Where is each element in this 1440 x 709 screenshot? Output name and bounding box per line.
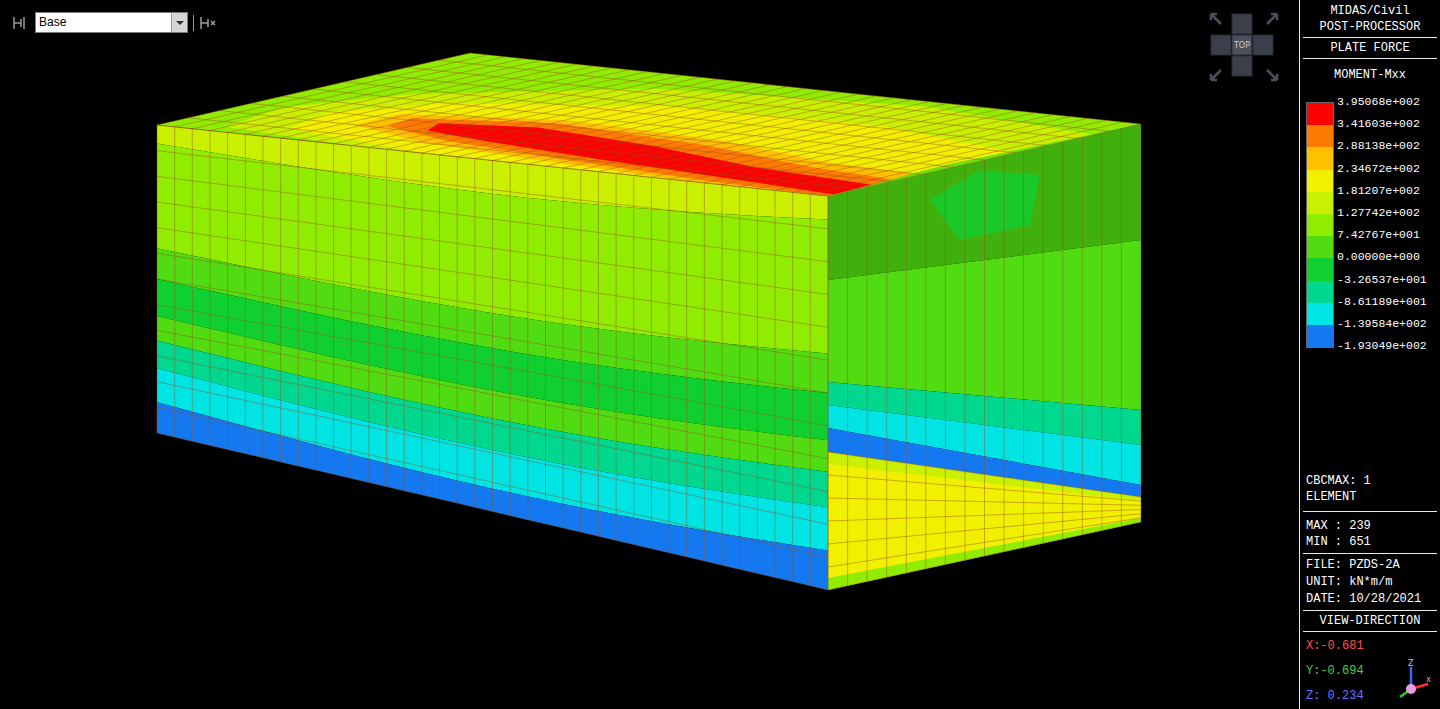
legend-band [1307, 147, 1333, 169]
legend-band [1307, 258, 1333, 280]
divider [1303, 58, 1437, 59]
info-line: CBCMAX: 1 [1300, 473, 1440, 489]
divider [1303, 511, 1437, 512]
legend-value: 0.00000e+000 [1337, 246, 1427, 268]
divider [1303, 553, 1437, 554]
view-cube-label: TOP [1233, 41, 1250, 50]
triad-label: X [1426, 676, 1431, 684]
next-stage-icon[interactable] [199, 15, 217, 31]
axis-value: Y:-0.694 [1306, 664, 1364, 678]
corner-arrow-icon[interactable] [1211, 14, 1221, 24]
spacer [1300, 357, 1440, 473]
axis-value: Z: 0.234 [1306, 689, 1364, 703]
legend-value: 7.42767e+001 [1337, 224, 1427, 246]
toolbar: Base [12, 12, 217, 33]
legend-band [1307, 125, 1333, 147]
file-info-line: DATE: 10/28/2021 [1300, 591, 1440, 608]
legend-value: -1.39584e+002 [1337, 313, 1427, 335]
component-title: MOMENT-Mxx [1300, 67, 1440, 83]
legend-band [1307, 281, 1333, 303]
axis-component: X:-0.681 [1300, 634, 1364, 659]
legend-value: 3.41603e+002 [1337, 113, 1427, 135]
stage-icon[interactable] [12, 15, 30, 31]
view-direction-title: VIEW-DIRECTION [1300, 613, 1440, 629]
divider [1303, 610, 1437, 611]
legend-band [1307, 214, 1333, 236]
dropdown-value: Base [36, 13, 171, 32]
legend-value: -8.61189e+001 [1337, 291, 1427, 313]
file-info-line: FILE: PZDS-2A [1300, 557, 1440, 574]
contour-model[interactable] [0, 0, 1298, 709]
program-title: MIDAS/Civil [1300, 3, 1440, 19]
legend-band [1307, 170, 1333, 192]
view-direction-axes: X:-0.681 Y:-0.694 Z: 0.234 [1300, 634, 1364, 709]
result-panel: MIDAS/CivilPOST-PROCESSOR PLATE FORCE MOME… [1299, 0, 1440, 709]
file-info-line: UNIT: kN*m/m [1300, 574, 1440, 591]
divider [1303, 631, 1437, 632]
info-line: ELEMENT [1300, 489, 1440, 505]
axis-component: Z: 0.234 [1300, 684, 1364, 709]
view-direction: X:-0.681Y:-0.694Z: 0.234ZX [1300, 634, 1440, 709]
result-type: PLATE FORCE [1300, 40, 1440, 56]
legend-bands [1306, 102, 1334, 348]
mesh-grid [157, 53, 1141, 590]
mode-title: POST-PROCESSOR [1300, 19, 1440, 35]
corner-arrow-icon[interactable] [1211, 70, 1221, 80]
axis-triad-icon: ZX [1388, 657, 1434, 705]
legend-value: 1.81207e+002 [1337, 180, 1427, 202]
divider [1303, 37, 1437, 38]
extreme-line: MAX : 239 [1300, 518, 1440, 534]
axis-component: Y:-0.694 [1300, 659, 1364, 684]
legend-value: 3.95068e+002 [1337, 91, 1427, 113]
contour-legend: 3.95068e+0023.41603e+0022.88138e+0022.34… [1300, 91, 1440, 357]
toolbar-separator [193, 15, 194, 31]
model-viewport[interactable]: Base TOP [0, 0, 1299, 709]
corner-arrow-icon[interactable] [1267, 14, 1277, 24]
legend-band [1307, 103, 1333, 125]
legend-value: -3.26537e+001 [1337, 269, 1427, 291]
legend-band [1307, 325, 1333, 347]
axis-value: X:-0.681 [1306, 639, 1364, 653]
legend-value: 1.27742e+002 [1337, 202, 1427, 224]
dropdown-button[interactable] [171, 13, 187, 32]
legend-labels: 3.95068e+0023.41603e+0022.88138e+0022.34… [1337, 91, 1427, 357]
view-cube[interactable]: TOP [1208, 11, 1282, 85]
legend-band [1307, 192, 1333, 214]
dropdown-arrow-icon [176, 21, 184, 25]
extreme-line: MIN : 651 [1300, 534, 1440, 550]
corner-arrow-icon[interactable] [1267, 70, 1277, 80]
legend-band [1307, 236, 1333, 258]
legend-value: 2.88138e+002 [1337, 135, 1427, 157]
triad-label: Z [1408, 659, 1414, 668]
legend-value: -1.93049e+002 [1337, 335, 1427, 357]
stage-dropdown[interactable]: Base [35, 12, 188, 33]
legend-value: 2.34672e+002 [1337, 158, 1427, 180]
legend-band [1307, 303, 1333, 325]
